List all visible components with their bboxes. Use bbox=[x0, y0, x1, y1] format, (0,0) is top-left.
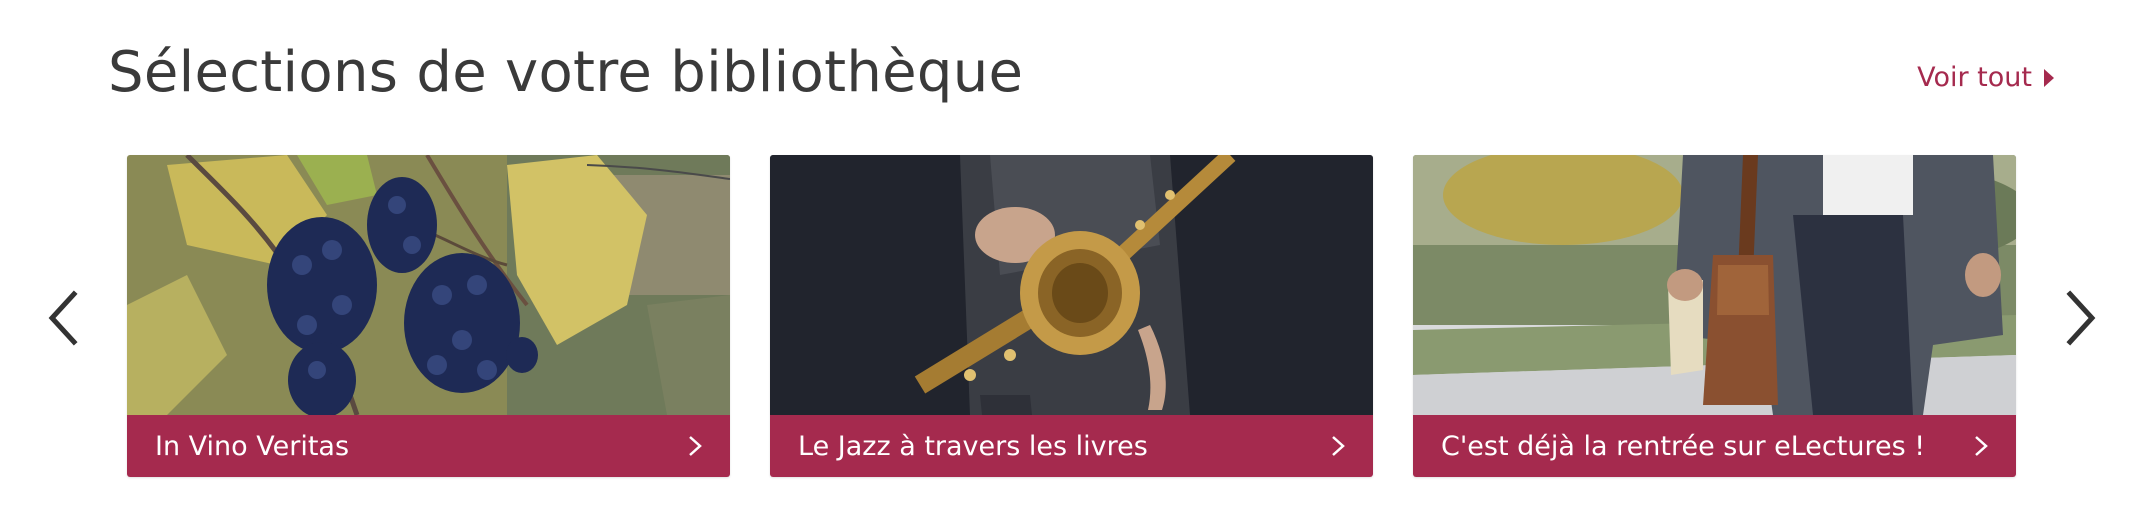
chevron-left-icon bbox=[48, 290, 78, 346]
grapes-vineyard-photo bbox=[127, 155, 730, 415]
see-all-link[interactable]: Voir tout bbox=[1917, 62, 2054, 93]
carousel-next-button[interactable] bbox=[2060, 290, 2100, 346]
selection-card[interactable]: Le Jazz à travers les livres bbox=[770, 155, 1373, 477]
carousel-prev-button[interactable] bbox=[44, 290, 84, 346]
selection-card[interactable]: C'est déjà la rentrée sur eLectures ! bbox=[1413, 155, 2016, 477]
see-all-label: Voir tout bbox=[1917, 62, 2032, 93]
card-bar[interactable]: In Vino Veritas bbox=[127, 415, 730, 477]
chevron-right-icon bbox=[2066, 290, 2096, 346]
card-label: C'est déjà la rentrée sur eLectures ! bbox=[1441, 430, 1926, 462]
saxophone-player-photo bbox=[770, 155, 1373, 415]
man-with-book-and-bag-photo bbox=[1413, 155, 2016, 415]
chevron-right-icon bbox=[1332, 436, 1345, 456]
card-bar[interactable]: Le Jazz à travers les livres bbox=[770, 415, 1373, 477]
card-bar[interactable]: C'est déjà la rentrée sur eLectures ! bbox=[1413, 415, 2016, 477]
selection-card[interactable]: In Vino Veritas bbox=[127, 155, 730, 477]
chevron-right-icon bbox=[1975, 436, 1988, 456]
card-label: In Vino Veritas bbox=[155, 430, 350, 462]
section-title: Sélections de votre bibliothèque bbox=[108, 40, 1024, 105]
chevron-right-icon bbox=[689, 436, 702, 456]
caret-right-icon bbox=[2044, 68, 2054, 87]
card-label: Le Jazz à travers les livres bbox=[798, 430, 1148, 462]
